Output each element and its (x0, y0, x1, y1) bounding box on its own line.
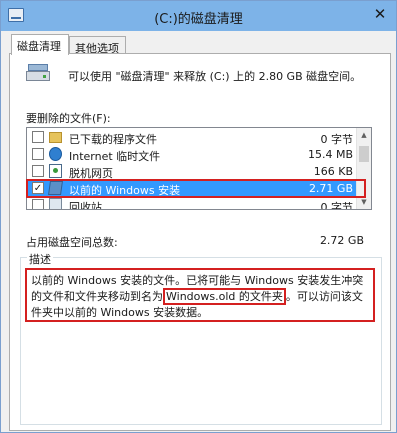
checkbox[interactable] (32, 199, 44, 209)
files-to-delete-label: 要删除的文件(F): (26, 112, 111, 125)
offline-pages-icon (49, 164, 62, 178)
file-category-size: 15.4 MB (307, 148, 353, 161)
checkbox-checked[interactable]: ✓ (32, 182, 44, 194)
previous-windows-icon (48, 181, 63, 195)
disk-cleanup-window: (C:)的磁盘清理 ✕ 磁盘清理 其他选项 可以使用 "磁盘清理" 来释放 (C… (0, 0, 397, 433)
tab-more-options[interactable]: 其他选项 (69, 36, 126, 55)
internet-explorer-icon (49, 147, 62, 161)
description-text: 以前的 Windows 安装的文件。已将可能与 Windows 安装发生冲突的文… (25, 268, 375, 322)
total-space-label: 占用磁盘空间总数: (26, 236, 118, 249)
scroll-thumb[interactable] (359, 146, 369, 162)
drive-icon (26, 64, 50, 84)
checkbox[interactable] (32, 131, 44, 143)
window-title: (C:)的磁盘清理 (154, 12, 243, 27)
list-scrollbar[interactable]: ▲ ▼ (356, 128, 371, 209)
description-legend: 描述 (27, 251, 53, 267)
list-item[interactable]: 已下载的程序文件 0 字节 (27, 129, 357, 146)
list-item[interactable]: 回收站 0 字节 (27, 197, 357, 210)
file-category-name: 回收站 (69, 201, 102, 210)
file-category-name: 已下载的程序文件 (69, 133, 157, 146)
file-category-name: Internet 临时文件 (69, 150, 161, 163)
list-item[interactable]: Internet 临时文件 15.4 MB (27, 146, 357, 163)
list-item[interactable]: 脱机网页 166 KB (27, 163, 357, 180)
tab-disk-cleanup[interactable]: 磁盘清理 (11, 34, 69, 55)
checkbox[interactable] (32, 148, 44, 160)
total-space-value: 2.72 GB (319, 234, 364, 247)
list-item-selected[interactable]: ✓ 以前的 Windows 安装 2.71 GB (27, 180, 357, 197)
folder-icon (49, 132, 62, 143)
checkbox[interactable] (32, 165, 44, 177)
tab-panel: 可以使用 "磁盘清理" 来释放 (C:) 上的 2.80 GB 磁盘空间。 要删… (9, 53, 391, 431)
file-category-size: 0 字节 (320, 201, 354, 210)
intro-text: 可以使用 "磁盘清理" 来释放 (C:) 上的 2.80 GB 磁盘空间。 (68, 70, 362, 83)
annotation-highlight-inline: Windows.old 的文件夹 (163, 288, 286, 305)
close-button[interactable]: ✕ (369, 3, 391, 25)
description-group: 描述 以前的 Windows 安装的文件。已将可能与 Windows 安装发生冲… (20, 251, 382, 425)
file-category-name: 脱机网页 (69, 167, 113, 180)
scroll-up-arrow[interactable]: ▲ (357, 128, 371, 142)
file-category-size: 2.71 GB (308, 182, 353, 195)
file-category-size: 166 KB (313, 165, 353, 178)
scroll-down-arrow[interactable]: ▼ (357, 195, 371, 209)
tab-bar: 磁盘清理 其他选项 (9, 34, 394, 55)
file-category-size: 0 字节 (320, 133, 354, 146)
title-bar[interactable]: (C:)的磁盘清理 ✕ (1, 1, 396, 31)
recycle-bin-icon (49, 198, 62, 209)
file-category-name: 以前的 Windows 安装 (69, 184, 181, 197)
files-list[interactable]: 已下载的程序文件 0 字节 Internet 临时文件 15.4 MB 脱机网页… (26, 127, 372, 210)
